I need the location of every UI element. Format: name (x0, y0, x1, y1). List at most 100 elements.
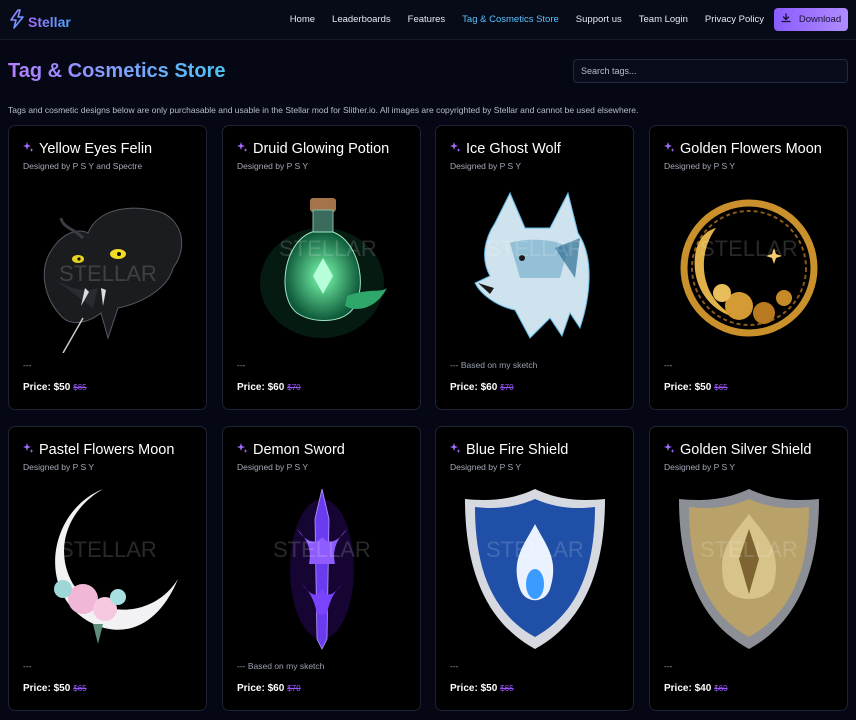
product-card[interactable]: Druid Glowing Potion Designed by P S Y S… (222, 125, 421, 410)
download-icon (781, 13, 791, 26)
watermark: STELLAR (700, 236, 798, 261)
brand-name: Stellar (28, 13, 71, 30)
card-header: Golden Silver Shield (664, 441, 811, 459)
card-header: Blue Fire Shield (450, 441, 568, 459)
brand-link[interactable]: Stellar (9, 9, 71, 34)
product-price: Price: $50 $65 (664, 382, 728, 393)
price-old: $65 (500, 684, 514, 693)
card-header: Pastel Flowers Moon (23, 441, 174, 459)
price-old: $60 (714, 684, 728, 693)
store-notice: Tags and cosmetic designs below are only… (8, 105, 639, 115)
card-header: Yellow Eyes Felin (23, 140, 152, 158)
product-price: Price: $50 $65 (23, 382, 87, 393)
nav-link-leaderboards[interactable]: Leaderboards (332, 14, 391, 25)
product-card[interactable]: Ice Ghost Wolf Designed by P S Y STELLAR… (435, 125, 634, 410)
product-note: --- (237, 360, 246, 370)
product-card[interactable]: Golden Flowers Moon Designed by P S Y ST… (649, 125, 848, 410)
product-note: --- (450, 661, 459, 671)
price-old: $70 (287, 684, 301, 693)
product-note: --- (23, 661, 32, 671)
price-current: Price: $60 (237, 382, 285, 393)
product-name: Golden Silver Shield (680, 442, 812, 458)
product-name: Ice Ghost Wolf (466, 141, 561, 157)
watermark: STELLAR (486, 236, 584, 261)
potion-art: STELLAR (237, 188, 407, 353)
sparkle-icon (237, 140, 248, 158)
price-current: Price: $50 (23, 683, 71, 694)
card-header: Demon Sword (237, 441, 345, 459)
watermark: STELLAR (273, 537, 371, 562)
sparkle-icon (450, 140, 461, 158)
product-designer: Designed by P S Y (23, 462, 95, 472)
product-note: --- (23, 360, 32, 370)
download-button[interactable]: Download (774, 8, 848, 31)
product-price: Price: $50 $65 (23, 683, 87, 694)
product-designer: Designed by P S Y (664, 161, 736, 171)
nav-link-team-login[interactable]: Team Login (639, 14, 688, 25)
download-label: Download (798, 14, 842, 25)
product-note: --- Based on my sketch (237, 661, 325, 671)
price-old: $65 (73, 383, 87, 392)
watermark: STELLAR (700, 537, 798, 562)
nav-link-features[interactable]: Features (408, 14, 446, 25)
pastel-moon-art: STELLAR (23, 489, 193, 654)
product-name: Demon Sword (253, 442, 345, 458)
nav-link-support[interactable]: Support us (576, 14, 622, 25)
card-header: Druid Glowing Potion (237, 140, 389, 158)
product-name: Yellow Eyes Felin (39, 141, 153, 157)
product-note: --- (664, 661, 673, 671)
product-price: Price: $60 $70 (237, 382, 301, 393)
sparkle-icon (450, 441, 461, 459)
product-designer: Designed by P S Y (237, 462, 309, 472)
price-current: Price: $50 (450, 683, 498, 694)
blue-shield-art: STELLAR (450, 489, 620, 654)
wolf-art: STELLAR (450, 188, 620, 353)
watermark: STELLAR (486, 537, 584, 562)
product-card[interactable]: Golden Silver Shield Designed by P S Y S… (649, 426, 848, 711)
product-price: Price: $60 $70 (237, 683, 301, 694)
sparkle-icon (237, 441, 248, 459)
price-old: $70 (287, 383, 301, 392)
product-designer: Designed by P S Y and Spectre (23, 161, 143, 171)
sparkle-icon (664, 140, 675, 158)
product-designer: Designed by P S Y (450, 462, 522, 472)
nav-link-home[interactable]: Home (290, 14, 315, 25)
product-card[interactable]: Yellow Eyes Felin Designed by P S Y and … (8, 125, 207, 410)
golden-moon-art: STELLAR (664, 188, 834, 353)
product-card[interactable]: Demon Sword Designed by P S Y STELLAR --… (222, 426, 421, 711)
watermark: STELLAR (279, 236, 377, 261)
product-price: Price: $40 $60 (664, 683, 728, 694)
price-current: Price: $50 (664, 382, 712, 393)
search-input[interactable] (573, 59, 848, 83)
product-card[interactable]: Pastel Flowers Moon Designed by P S Y ST… (8, 426, 207, 711)
price-current: Price: $50 (23, 382, 71, 393)
stellar-logo-icon (9, 9, 25, 34)
sparkle-icon (23, 441, 34, 459)
nav-link-privacy[interactable]: Privacy Policy (705, 14, 764, 25)
price-current: Price: $40 (664, 683, 712, 694)
sword-art: STELLAR (237, 489, 407, 654)
product-note: --- (664, 360, 673, 370)
page-title: Tag & Cosmetics Store (8, 60, 226, 82)
price-current: Price: $60 (237, 683, 285, 694)
product-name: Blue Fire Shield (466, 442, 569, 458)
product-price: Price: $60 $70 (450, 382, 514, 393)
product-price: Price: $50 $65 (450, 683, 514, 694)
sparkle-icon (664, 441, 675, 459)
price-old: $65 (73, 684, 87, 693)
price-current: Price: $60 (450, 382, 498, 393)
top-navbar: Stellar Home Leaderboards Features Tag &… (0, 0, 856, 40)
card-header: Golden Flowers Moon (664, 140, 822, 158)
nav-link-store[interactable]: Tag & Cosmetics Store (462, 14, 559, 25)
sparkle-icon (23, 140, 34, 158)
product-designer: Designed by P S Y (450, 161, 522, 171)
product-card[interactable]: Blue Fire Shield Designed by P S Y STELL… (435, 426, 634, 711)
price-old: $70 (500, 383, 514, 392)
product-designer: Designed by P S Y (664, 462, 736, 472)
product-name: Golden Flowers Moon (680, 141, 822, 157)
product-note: --- Based on my sketch (450, 360, 538, 370)
golden-shield-art: STELLAR (664, 489, 834, 654)
card-header: Ice Ghost Wolf (450, 140, 561, 158)
price-old: $65 (714, 383, 728, 392)
nav-links: Home Leaderboards Features Tag & Cosmeti… (290, 14, 764, 25)
